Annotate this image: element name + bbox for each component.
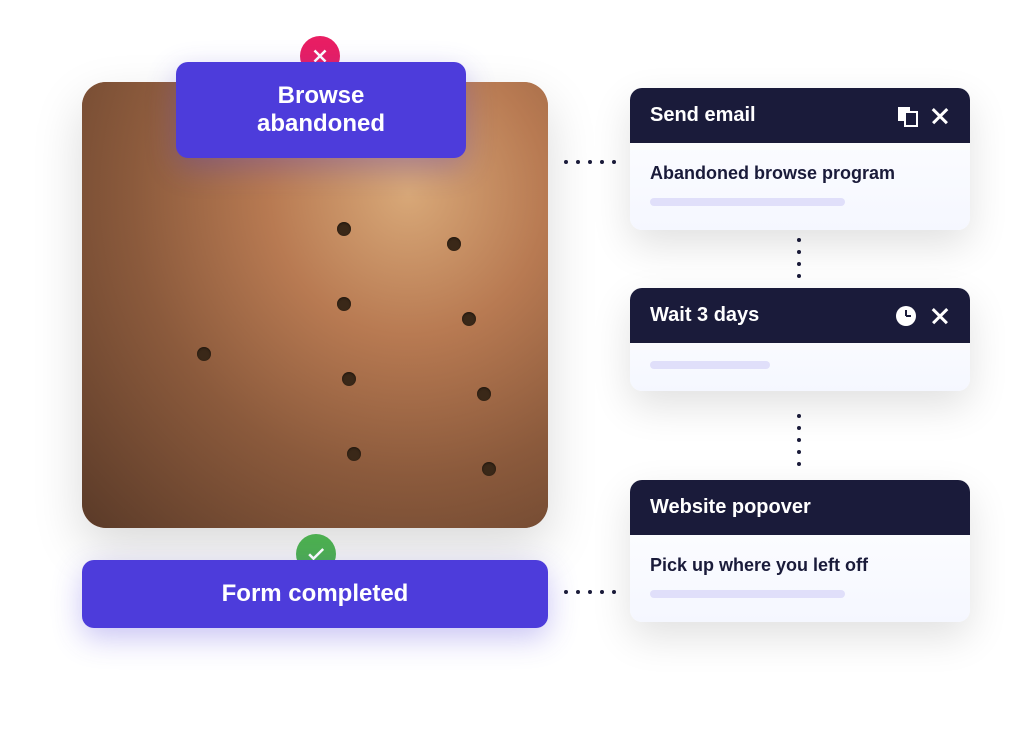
clock-icon xyxy=(896,306,916,326)
flow-card-title: Wait 3 days xyxy=(650,304,759,327)
trigger-label: Form completed xyxy=(222,580,409,607)
flow-card-label: Abandoned browse program xyxy=(650,163,950,184)
flow-card-website-popover[interactable]: Website popover Pick up where you left o… xyxy=(630,480,970,622)
flow-card-header: Wait 3 days xyxy=(630,288,970,343)
flow-card-body: Pick up where you left off xyxy=(630,535,970,622)
connector-dots xyxy=(564,160,616,164)
flow-card-body: Abandoned browse program xyxy=(630,143,970,230)
flow-card-send-email[interactable]: Send email Abandoned browse program xyxy=(630,88,970,230)
flow-card-header: Send email xyxy=(630,88,970,143)
progress-bar xyxy=(650,361,770,369)
trigger-form-completed[interactable]: Form completed xyxy=(82,560,548,628)
trigger-browse-abandoned[interactable]: Browse abandoned xyxy=(176,62,466,158)
trigger-label: Browse abandoned xyxy=(257,82,385,137)
copy-icon[interactable] xyxy=(898,107,916,125)
close-icon[interactable] xyxy=(930,106,950,126)
progress-bar xyxy=(650,590,845,598)
flow-card-header: Website popover xyxy=(630,480,970,535)
flow-card-title: Website popover xyxy=(650,496,811,519)
connector-dots xyxy=(797,414,801,466)
connector-dots xyxy=(797,238,801,278)
flow-card-title: Send email xyxy=(650,104,756,127)
connector-dots xyxy=(564,590,616,594)
flow-card-body xyxy=(630,343,970,391)
close-icon[interactable] xyxy=(930,306,950,326)
progress-bar xyxy=(650,198,845,206)
flow-card-wait[interactable]: Wait 3 days xyxy=(630,288,970,391)
flow-card-label: Pick up where you left off xyxy=(650,555,950,576)
